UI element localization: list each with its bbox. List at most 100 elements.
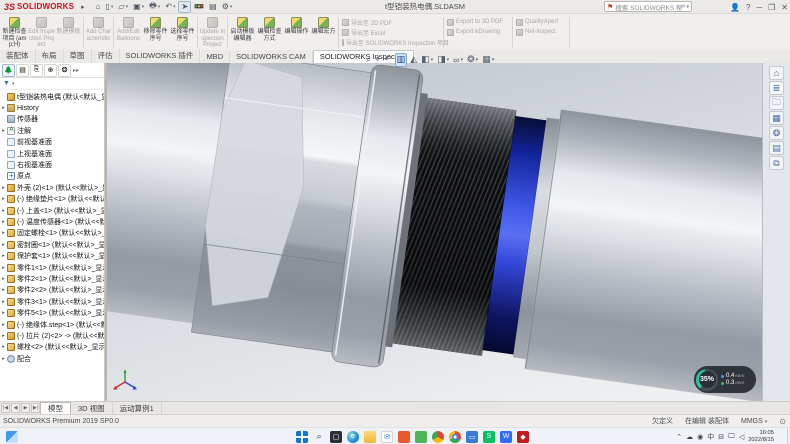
tree-item[interactable]: ▸零件3<1> (默认<<默认>_显示状态: [0, 296, 104, 307]
appearances-icon[interactable]: ❂: [769, 126, 784, 140]
edge-icon[interactable]: e: [347, 431, 359, 443]
chrome-icon[interactable]: [449, 431, 461, 443]
undo-button[interactable]: ↶▾: [163, 1, 177, 13]
wps-icon[interactable]: W: [500, 431, 512, 443]
select-button[interactable]: ➤: [178, 1, 191, 13]
tree-item[interactable]: ▸外壳 (2)<1> (默认<<默认>_显示状: [0, 182, 104, 193]
doc-tab-模型[interactable]: 模型: [40, 402, 71, 414]
tree-item[interactable]: 前视基准面: [0, 137, 104, 148]
edit-operation-button[interactable]: 编辑操作: [283, 15, 310, 50]
doc-tab-nav-0[interactable]: |◀: [1, 403, 10, 413]
expand-arrow-icon[interactable]: ▸: [0, 265, 7, 271]
save-button[interactable]: ▣▾: [131, 1, 146, 13]
task-view-button[interactable]: ▢: [330, 431, 342, 443]
hide-show-items-button[interactable]: ∞▾: [452, 53, 464, 67]
section-view-button[interactable]: ▥: [395, 53, 408, 67]
tree-item[interactable]: ▸固定螺栓<1> (默认<<默认>_显示: [0, 228, 104, 239]
doc-tab-nav-1[interactable]: ◀: [11, 403, 20, 413]
search-button[interactable]: ⌕: [313, 431, 325, 443]
expand-arrow-icon[interactable]: ▸: [0, 344, 7, 350]
tree-item[interactable]: 右视基准面: [0, 159, 104, 170]
expand-arrow-icon[interactable]: ▸: [0, 356, 7, 362]
rebuild-button[interactable]: 🚥: [192, 1, 206, 13]
tree-root-item[interactable]: t型铠装热电偶 (默认<默认_显示状态-1: [0, 91, 104, 102]
expand-arrow-icon[interactable]: ▸: [0, 128, 7, 134]
expand-arrow-icon[interactable]: ▸: [0, 242, 7, 248]
tree-item[interactable]: ▸History: [0, 102, 104, 113]
launch-template-editor-button[interactable]: 启动模板编辑器: [229, 15, 256, 50]
filter-caret-icon[interactable]: ▾: [12, 81, 15, 87]
tree-item[interactable]: ▸零件2<1> (默认<<默认>_显示状态: [0, 273, 104, 284]
widgets-icon[interactable]: [6, 431, 18, 443]
red-app-icon[interactable]: [398, 431, 410, 443]
tree-item[interactable]: ▸(-) 绝缘垫片<1> (默认<<默认>_显: [0, 194, 104, 205]
search-box[interactable]: ⚑ 搜索 SOLIDWORKS 帮助 ⌕ ▾: [604, 1, 692, 12]
panel-tabs-overflow[interactable]: ▸▸: [73, 67, 79, 74]
design-library-icon[interactable]: ≣: [769, 81, 784, 95]
tab-布局[interactable]: 布局: [36, 49, 64, 63]
new-inspection-project-button[interactable]: 新建检查项目 (amp;H): [1, 15, 28, 50]
file-explorer-icon[interactable]: 🗀: [769, 96, 784, 110]
expand-arrow-icon[interactable]: ▸: [0, 105, 7, 111]
minimize-button[interactable]: ─: [756, 3, 762, 12]
doc-tab-运动算例1[interactable]: 运动算例1: [113, 402, 162, 414]
search-caret-icon[interactable]: ▾: [686, 4, 689, 10]
expand-arrow-icon[interactable]: ▸: [0, 333, 7, 339]
color-wheel-app-icon[interactable]: [432, 431, 444, 443]
tab-SOLIDWORKS 插件[interactable]: SOLIDWORKS 插件: [120, 49, 201, 63]
expand-arrow-icon[interactable]: ▸: [0, 287, 7, 293]
solidworks-taskbar-icon[interactable]: ◆: [517, 431, 529, 443]
tray-expand-icon[interactable]: ⌃: [676, 433, 682, 441]
options-button[interactable]: ⚙▾: [220, 1, 235, 13]
tree-filter[interactable]: ▼ ▾: [0, 78, 104, 90]
help-button[interactable]: ?: [746, 3, 750, 12]
green-s-app-icon[interactable]: S: [483, 431, 495, 443]
restore-button[interactable]: ❐: [768, 3, 775, 12]
green-app-icon[interactable]: [415, 431, 427, 443]
view-orientation-button[interactable]: ◧▾: [420, 53, 434, 67]
tree-item[interactable]: ▸零件2<2> (默认<<默认>_显示状态: [0, 285, 104, 296]
apply-scene-button[interactable]: ▦▾: [481, 53, 495, 67]
expand-arrow-icon[interactable]: ▸: [0, 185, 7, 191]
expand-arrow-icon[interactable]: ▸: [0, 322, 7, 328]
open-file-button[interactable]: ▱▾: [116, 1, 130, 13]
close-button[interactable]: ✕: [781, 3, 788, 12]
expand-arrow-icon[interactable]: ▸: [0, 299, 7, 305]
tree-item[interactable]: ▸零件1<1> (默认<<默认>_显示状态: [0, 262, 104, 273]
taskbar-clock[interactable]: 16:052022/8/15: [748, 430, 774, 443]
doc-tab-3D 视图[interactable]: 3D 视图: [71, 402, 113, 414]
ime-mode-icon[interactable]: ⊟: [718, 433, 724, 441]
menu-expand-arrow[interactable]: ▸: [81, 3, 85, 11]
remove-balloons-button[interactable]: 移除零件序号: [142, 15, 169, 50]
doc-tab-nav-2[interactable]: ▶: [21, 403, 30, 413]
new-file-button[interactable]: ▯▾: [103, 1, 115, 13]
login-button[interactable]: 👤: [730, 3, 740, 12]
edit-appearance-button[interactable]: ❂▾: [466, 53, 479, 67]
home-button[interactable]: ⌂: [94, 1, 103, 13]
start-button[interactable]: [296, 431, 308, 443]
expand-arrow-icon[interactable]: ▸: [0, 310, 7, 316]
home-tab-icon[interactable]: ⌂: [769, 66, 784, 80]
dynamic-annotation-button[interactable]: ◭: [409, 53, 418, 67]
edit-macro-button[interactable]: 编辑宏方: [310, 15, 337, 50]
graphics-viewport[interactable]: 35% 0.4 KB/S 0.3 KB/S: [107, 63, 762, 401]
view-palette-icon[interactable]: ▦: [769, 111, 784, 125]
mail-icon[interactable]: ✉: [381, 431, 393, 443]
display-style-button[interactable]: ◨▾: [436, 53, 450, 67]
tree-item[interactable]: ▸注解: [0, 125, 104, 136]
file-explorer-icon[interactable]: [364, 431, 376, 443]
tree-item[interactable]: ▸(-) 上盖<1> (默认<<默认>_显示状: [0, 205, 104, 216]
expand-arrow-icon[interactable]: ▸: [0, 196, 7, 202]
file-properties-button[interactable]: ▤: [207, 1, 219, 13]
search-icon[interactable]: ⌕: [682, 3, 686, 11]
zoom-to-area-button[interactable]: ⌖: [374, 53, 381, 67]
expand-arrow-icon[interactable]: ▸: [0, 253, 7, 259]
configurationmanager-tab[interactable]: ⎘: [30, 64, 43, 77]
filter-icon[interactable]: ▼: [3, 80, 10, 87]
ime-lang-icon[interactable]: 中: [707, 432, 714, 442]
print-button[interactable]: 🖶▾: [147, 1, 162, 13]
volume-icon[interactable]: ◁: [739, 433, 744, 441]
zoom-to-fit-button[interactable]: ⌕: [365, 53, 372, 67]
tab-SOLIDWORKS CAM[interactable]: SOLIDWORKS CAM: [230, 51, 313, 63]
tree-item[interactable]: ▸密封圈<1> (默认<<默认>_显示状: [0, 239, 104, 250]
